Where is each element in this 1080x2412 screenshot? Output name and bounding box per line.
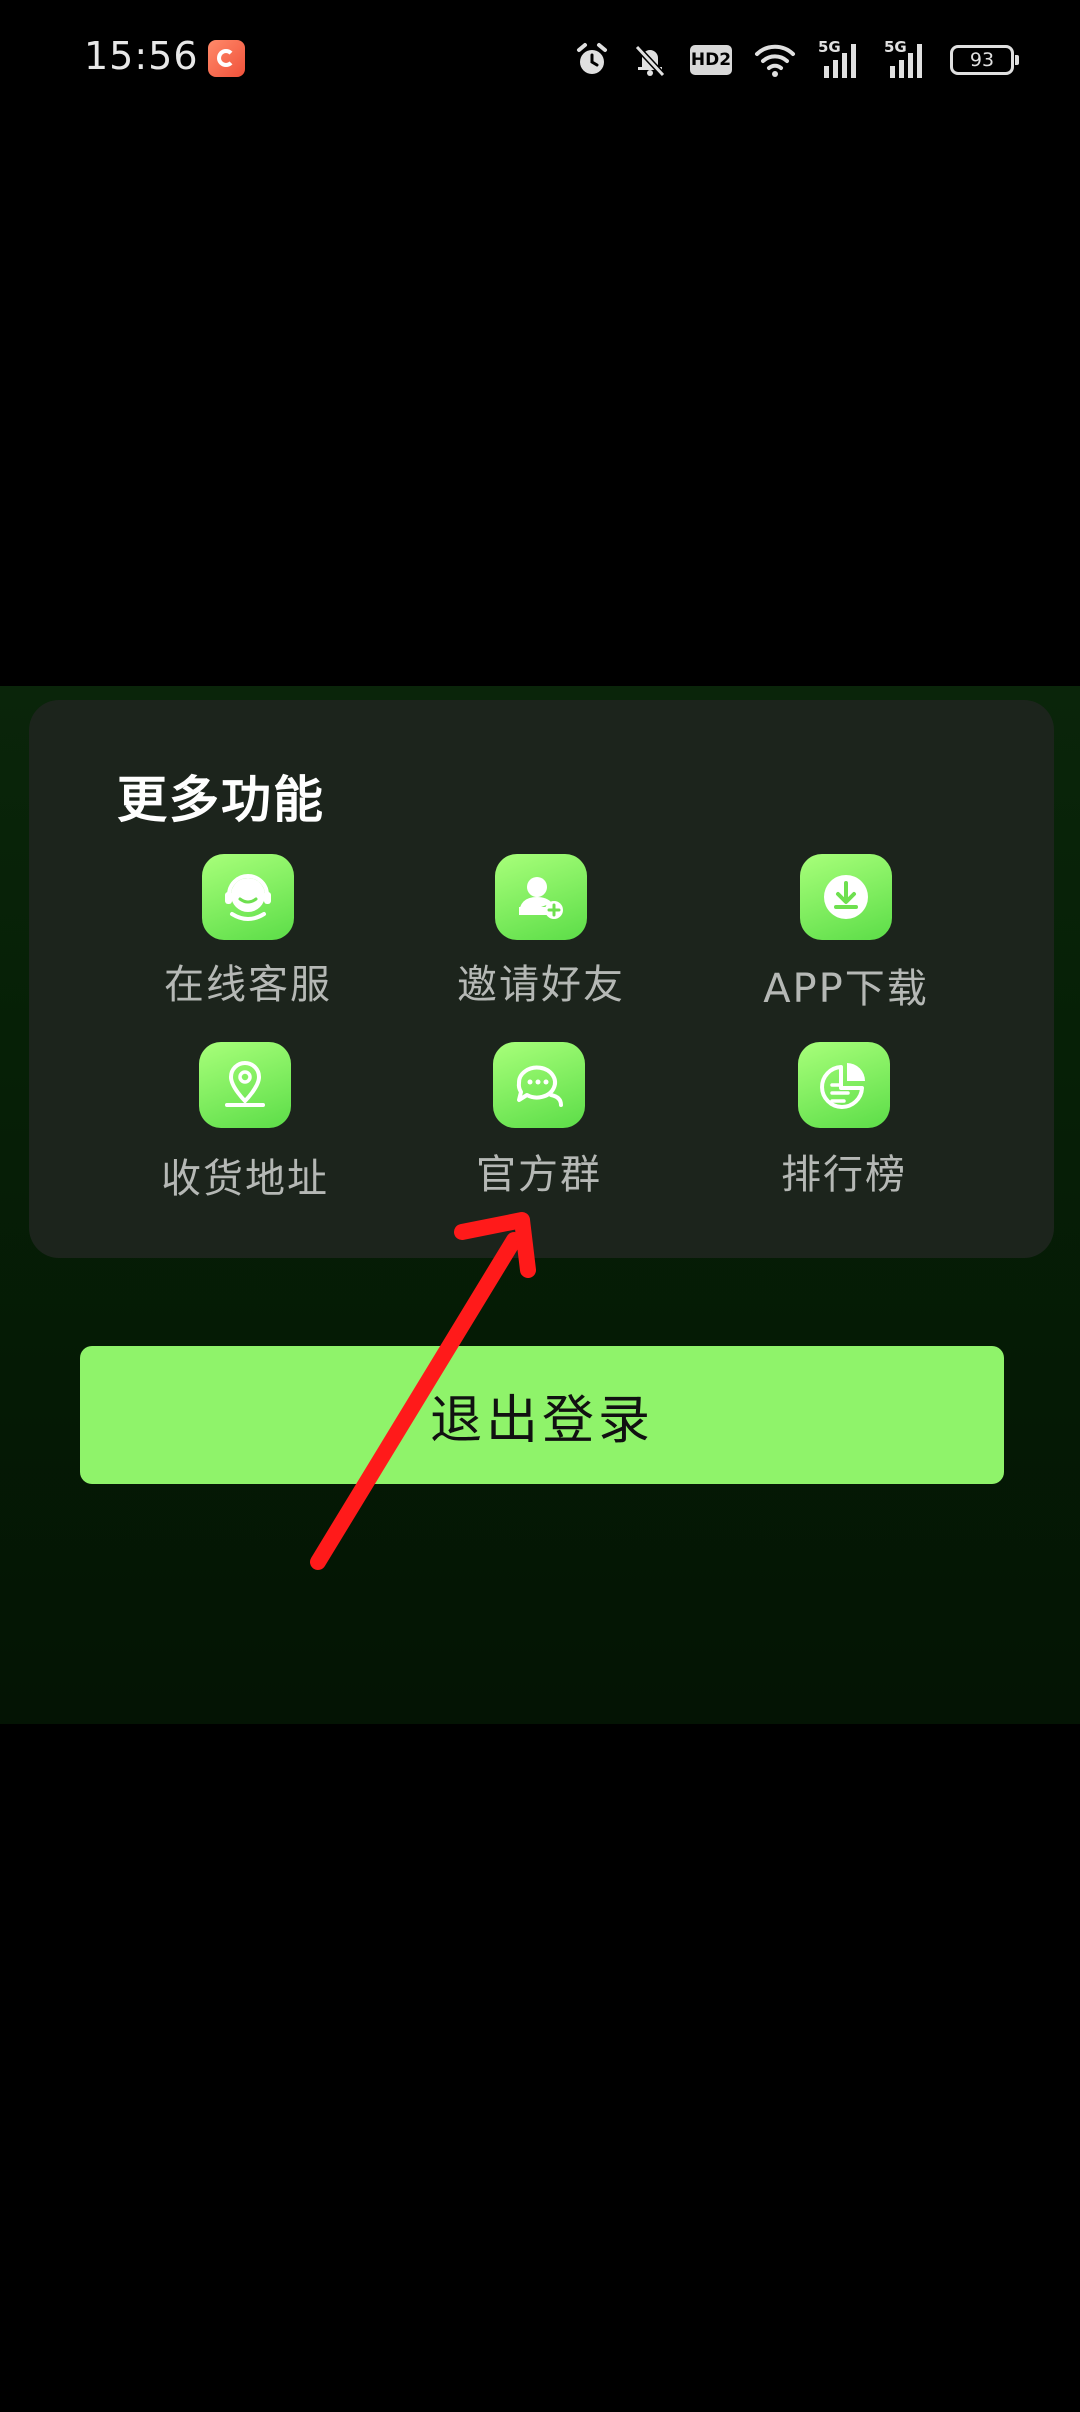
more-features-card: 更多功能 在线客服 邀请好友 APP下载 收货地址 官方群 排行榜 (29, 700, 1054, 1258)
wifi-icon (755, 44, 795, 77)
feature-official-group[interactable]: 官方群 (419, 1042, 659, 1200)
section-title: 更多功能 (117, 771, 325, 829)
ranking-chart-icon (798, 1042, 890, 1128)
status-time: 15:56 (84, 34, 199, 78)
app-notification-icon (208, 40, 245, 77)
feature-label: 收货地址 (161, 1156, 329, 1202)
feature-app-download[interactable]: APP下载 (726, 854, 966, 1014)
signal-bars-icon (824, 44, 856, 78)
download-icon (800, 854, 892, 940)
chat-group-icon (493, 1042, 585, 1128)
feature-online-service[interactable]: 在线客服 (128, 854, 368, 1010)
cellular-signal-2: 5G (884, 38, 928, 80)
customer-service-icon (202, 854, 294, 940)
feature-label: 官方群 (476, 1152, 602, 1198)
feature-label: APP下载 (763, 966, 929, 1012)
battery-indicator: 93 (950, 45, 1019, 75)
feature-invite-friend[interactable]: 邀请好友 (421, 854, 661, 1010)
status-icons: HD2 5G 5G 93 (574, 38, 1019, 82)
muted-bell-icon (634, 44, 666, 78)
feature-label: 在线客服 (164, 962, 332, 1008)
hd-voice-badge: HD2 (690, 45, 732, 75)
logout-button[interactable]: 退出登录 (80, 1346, 1004, 1484)
feature-label: 邀请好友 (457, 962, 625, 1008)
cellular-signal-1: 5G (818, 38, 862, 80)
feature-shipping-address[interactable]: 收货地址 (125, 1042, 365, 1204)
feature-label: 排行榜 (781, 1152, 907, 1198)
location-pin-icon (199, 1042, 291, 1128)
logout-label: 退出登录 (429, 1390, 654, 1451)
feature-leaderboard[interactable]: 排行榜 (724, 1042, 964, 1200)
invite-friend-icon (495, 854, 587, 940)
status-bar: 15:56 HD2 5G 5G 93 (0, 0, 1080, 120)
signal-bars-icon (890, 44, 922, 78)
screen: 15:56 HD2 5G 5G 93 更多功能 在线客服 邀请好友 APP下载 … (0, 0, 1080, 2412)
alarm-icon (577, 43, 607, 74)
